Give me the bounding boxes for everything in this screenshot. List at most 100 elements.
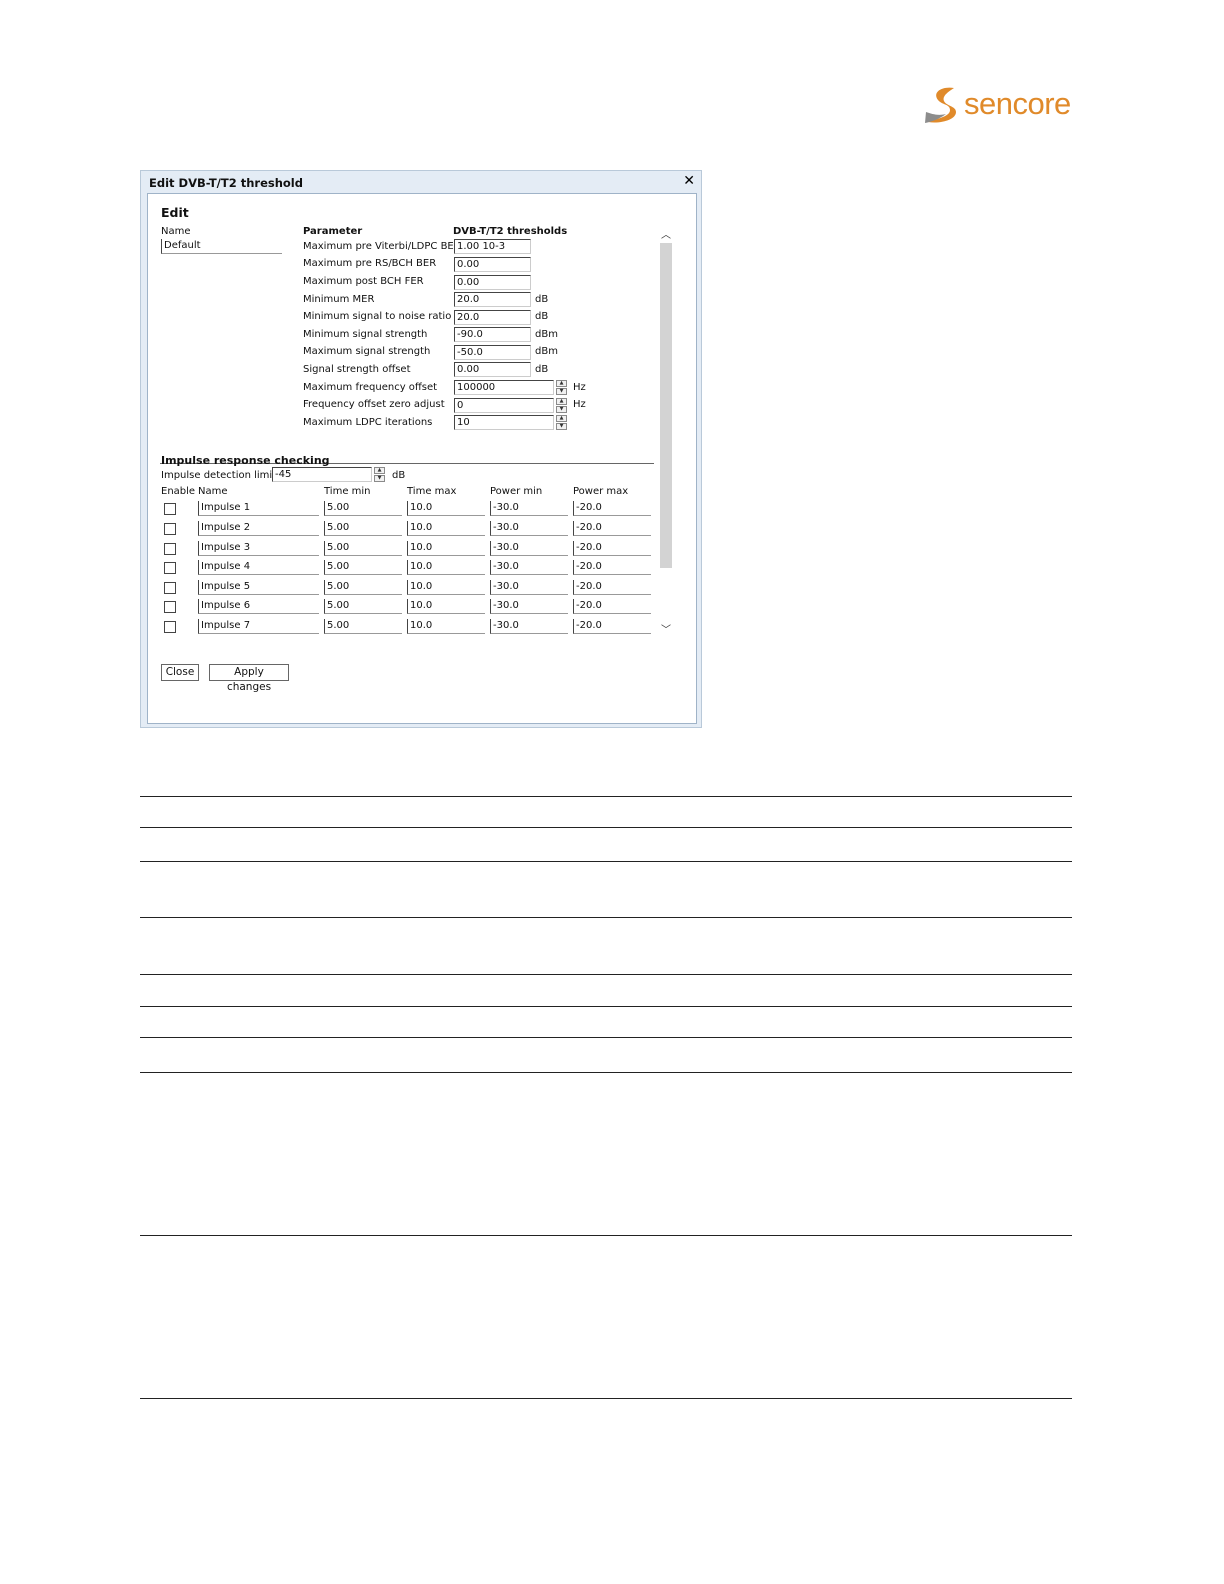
table-rule xyxy=(140,1398,1072,1399)
scroll-thumb[interactable] xyxy=(660,243,672,568)
enable-checkbox[interactable] xyxy=(164,562,176,574)
param-input[interactable]: 0.00 xyxy=(454,257,531,272)
param-label: Signal strength offset xyxy=(303,364,411,375)
param-spinner[interactable]: ▲ ▼ xyxy=(556,380,567,395)
impulse-limit-input[interactable]: -45 xyxy=(272,467,372,482)
time-max-input[interactable]: 10.0 xyxy=(407,619,485,634)
param-spinner[interactable]: ▲ ▼ xyxy=(556,415,567,430)
power-max-input[interactable]: -20.0 xyxy=(573,541,651,556)
impulse-name-input[interactable]: Impulse 6 xyxy=(198,599,319,614)
param-input[interactable]: 100000 xyxy=(454,380,554,395)
power-min-input[interactable]: -30.0 xyxy=(490,501,568,516)
enable-checkbox[interactable] xyxy=(164,523,176,535)
vertical-scrollbar[interactable]: ︿ ﹀ xyxy=(658,229,674,641)
spin-down-icon[interactable]: ▼ xyxy=(556,406,567,413)
table-rule xyxy=(140,861,1072,862)
time-min-input[interactable]: 5.00 xyxy=(324,501,402,516)
table-rule xyxy=(140,1006,1072,1007)
time-max-input[interactable]: 10.0 xyxy=(407,599,485,614)
param-input[interactable]: 20.0 xyxy=(454,310,531,325)
enable-checkbox[interactable] xyxy=(164,503,176,515)
table-rule xyxy=(140,1235,1072,1236)
chevron-up-icon[interactable]: ︿ xyxy=(660,231,672,241)
time-max-input[interactable]: 10.0 xyxy=(407,541,485,556)
power-max-input[interactable]: -20.0 xyxy=(573,619,651,634)
table-rule xyxy=(140,1072,1072,1073)
time-max-input[interactable]: 10.0 xyxy=(407,560,485,575)
power-min-input[interactable]: -30.0 xyxy=(490,560,568,575)
power-min-input[interactable]: -30.0 xyxy=(490,541,568,556)
param-label: Maximum pre RS/BCH BER xyxy=(303,258,437,269)
time-max-input[interactable]: 10.0 xyxy=(407,580,485,595)
param-label: Frequency offset zero adjust xyxy=(303,399,445,410)
spin-up-icon[interactable]: ▲ xyxy=(556,415,567,422)
time-max-input[interactable]: 10.0 xyxy=(407,521,485,536)
power-min-input[interactable]: -30.0 xyxy=(490,599,568,614)
param-input[interactable]: 0.00 xyxy=(454,362,531,377)
param-input[interactable]: 20.0 xyxy=(454,292,531,307)
param-input[interactable]: 0 xyxy=(454,398,554,413)
impulse-name-input[interactable]: Impulse 3 xyxy=(198,541,319,556)
apply-changes-button[interactable]: Apply changes xyxy=(209,664,289,693)
time-min-input[interactable]: 5.00 xyxy=(324,599,402,614)
impulse-heading: Impulse response checking xyxy=(161,454,330,467)
impulse-name-input[interactable]: Impulse 7 xyxy=(198,619,319,634)
impulse-name-input[interactable]: Impulse 2 xyxy=(198,521,319,536)
power-max-input[interactable]: -20.0 xyxy=(573,599,651,614)
col-time-max: Time max xyxy=(407,486,457,497)
param-input[interactable]: 1.00 10-3 xyxy=(454,239,531,254)
chevron-down-icon[interactable]: ﹀ xyxy=(660,626,672,636)
spin-up-icon[interactable]: ▲ xyxy=(374,467,385,474)
spin-up-icon[interactable]: ▲ xyxy=(556,380,567,387)
time-min-input[interactable]: 5.00 xyxy=(324,560,402,575)
power-max-input[interactable]: -20.0 xyxy=(573,521,651,536)
logo-wordmark: sencore xyxy=(964,86,1071,121)
close-button[interactable]: Close xyxy=(161,664,199,681)
param-input[interactable]: -50.0 xyxy=(454,345,531,360)
param-input[interactable]: -90.0 xyxy=(454,327,531,342)
close-icon[interactable]: ✕ xyxy=(683,173,695,189)
impulse-limit-unit: dB xyxy=(392,470,406,481)
table-rule xyxy=(140,1037,1072,1038)
dialog-body: Edit Name Default Parameter DVB-T/T2 thr… xyxy=(147,193,697,724)
time-min-input[interactable]: 5.00 xyxy=(324,541,402,556)
table-rule xyxy=(140,827,1072,828)
param-input[interactable]: 0.00 xyxy=(454,275,531,290)
time-min-input[interactable]: 5.00 xyxy=(324,580,402,595)
col-name: Name xyxy=(198,486,228,497)
power-min-input[interactable]: -30.0 xyxy=(490,619,568,634)
param-input[interactable]: 10 xyxy=(454,415,554,430)
spin-down-icon[interactable]: ▼ xyxy=(556,388,567,395)
power-max-input[interactable]: -20.0 xyxy=(573,501,651,516)
enable-checkbox[interactable] xyxy=(164,582,176,594)
parameter-header: Parameter xyxy=(303,226,363,237)
power-min-input[interactable]: -30.0 xyxy=(490,521,568,536)
impulse-name-input[interactable]: Impulse 4 xyxy=(198,560,319,575)
enable-checkbox[interactable] xyxy=(164,621,176,633)
power-max-input[interactable]: -20.0 xyxy=(573,560,651,575)
time-max-input[interactable]: 10.0 xyxy=(407,501,485,516)
col-power-min: Power min xyxy=(490,486,543,497)
param-spinner[interactable]: ▲ ▼ xyxy=(556,398,567,413)
impulse-name-input[interactable]: Impulse 5 xyxy=(198,580,319,595)
param-label: Minimum signal to noise ratio xyxy=(303,311,452,322)
enable-checkbox[interactable] xyxy=(164,543,176,555)
param-unit: Hz xyxy=(573,399,586,410)
impulse-limit-spinner[interactable]: ▲ ▼ xyxy=(374,467,385,482)
table-rule xyxy=(140,796,1072,797)
spin-down-icon[interactable]: ▼ xyxy=(556,423,567,430)
name-label: Name xyxy=(161,226,191,237)
impulse-limit-label: Impulse detection limit xyxy=(161,470,277,481)
time-min-input[interactable]: 5.00 xyxy=(324,521,402,536)
spin-down-icon[interactable]: ▼ xyxy=(374,475,385,482)
name-input[interactable]: Default xyxy=(161,239,282,254)
param-label: Maximum LDPC iterations xyxy=(303,417,433,428)
impulse-name-input[interactable]: Impulse 1 xyxy=(198,501,319,516)
power-max-input[interactable]: -20.0 xyxy=(573,580,651,595)
spin-up-icon[interactable]: ▲ xyxy=(556,398,567,405)
table-rule xyxy=(140,917,1072,918)
power-min-input[interactable]: -30.0 xyxy=(490,580,568,595)
sencore-logo-mark xyxy=(925,87,956,123)
enable-checkbox[interactable] xyxy=(164,601,176,613)
time-min-input[interactable]: 5.00 xyxy=(324,619,402,634)
